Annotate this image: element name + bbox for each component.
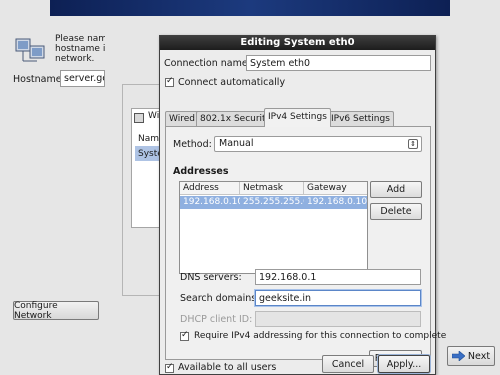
tab-ipv6-settings[interactable]: IPv6 Settings <box>327 111 394 126</box>
network-connections-title: Wi <box>148 111 160 121</box>
table-row[interactable]: 192.168.0.10 255.255.255.0 192.168.0.10 <box>180 196 367 209</box>
delete-button[interactable]: Delete <box>370 203 422 220</box>
next-button[interactable]: Next <box>447 346 495 366</box>
arrow-right-icon <box>451 351 465 361</box>
cell-address: 192.168.0.10 <box>183 197 240 207</box>
search-domains-input[interactable]: geeksite.in <box>255 290 421 306</box>
connection-name-label: Connection name: <box>164 58 251 69</box>
dns-servers-input[interactable]: 192.168.0.1 <box>255 269 421 285</box>
network-icon <box>15 38 45 62</box>
dialog-title: Editing System eth0 <box>160 36 435 50</box>
connect-automatically-label: Connect automatically <box>178 77 286 88</box>
require-ipv4-checkbox[interactable] <box>180 330 189 341</box>
intro-line: network. <box>55 54 95 64</box>
available-to-all-users-label: Available to all users <box>178 362 277 373</box>
dns-servers-label: DNS servers: <box>180 272 242 283</box>
hostname-label: Hostname: <box>13 74 65 85</box>
hostname-input[interactable]: server.ge <box>60 70 105 87</box>
window-icon <box>134 113 144 123</box>
search-domains-label: Search domains: <box>180 293 260 304</box>
editing-connection-dialog: Editing System eth0 Connection name: Sys… <box>159 35 446 375</box>
apply-button[interactable]: Apply... <box>378 355 430 373</box>
addresses-heading: Addresses <box>173 166 229 177</box>
intro-line: Please nam <box>55 34 105 44</box>
tab-wired[interactable]: Wired <box>165 111 199 126</box>
cancel-button[interactable]: Cancel <box>322 355 374 373</box>
cell-netmask: 255.255.255.0 <box>243 197 304 207</box>
dhcp-client-id-label: DHCP client ID: <box>180 314 253 325</box>
connections-name-column: Nam <box>138 134 160 144</box>
tab-ipv4-settings[interactable]: IPv4 Settings <box>264 108 331 127</box>
configure-network-button[interactable]: Configure Network <box>13 301 99 321</box>
method-select[interactable]: Manual ⇕ <box>214 136 422 152</box>
next-label: Next <box>467 350 491 362</box>
column-header-gateway[interactable]: Gateway <box>304 182 367 195</box>
require-ipv4-label: Require IPv4 addressing for this connect… <box>194 331 447 341</box>
addresses-table[interactable]: Address Netmask Gateway 192.168.0.10 255… <box>179 181 368 274</box>
dhcp-client-id-input <box>255 311 421 327</box>
available-to-all-users-checkbox[interactable] <box>165 362 174 373</box>
method-value: Manual <box>219 138 254 149</box>
column-header-netmask[interactable]: Netmask <box>240 182 304 195</box>
top-banner <box>50 0 450 16</box>
updown-chevron-icon: ⇕ <box>408 139 418 149</box>
dialog-body: Connection name: System eth0 Connect aut… <box>160 50 446 374</box>
add-button[interactable]: Add <box>370 181 422 198</box>
method-label: Method: <box>173 139 212 150</box>
connection-name-input[interactable]: System eth0 <box>246 55 431 71</box>
cell-gateway: 192.168.0.10 <box>307 197 368 207</box>
intro-line: hostname i <box>55 44 105 54</box>
connect-automatically-checkbox[interactable] <box>165 76 174 87</box>
column-header-address[interactable]: Address <box>180 182 240 195</box>
intro-text: Please nam hostname i network. <box>55 34 105 64</box>
